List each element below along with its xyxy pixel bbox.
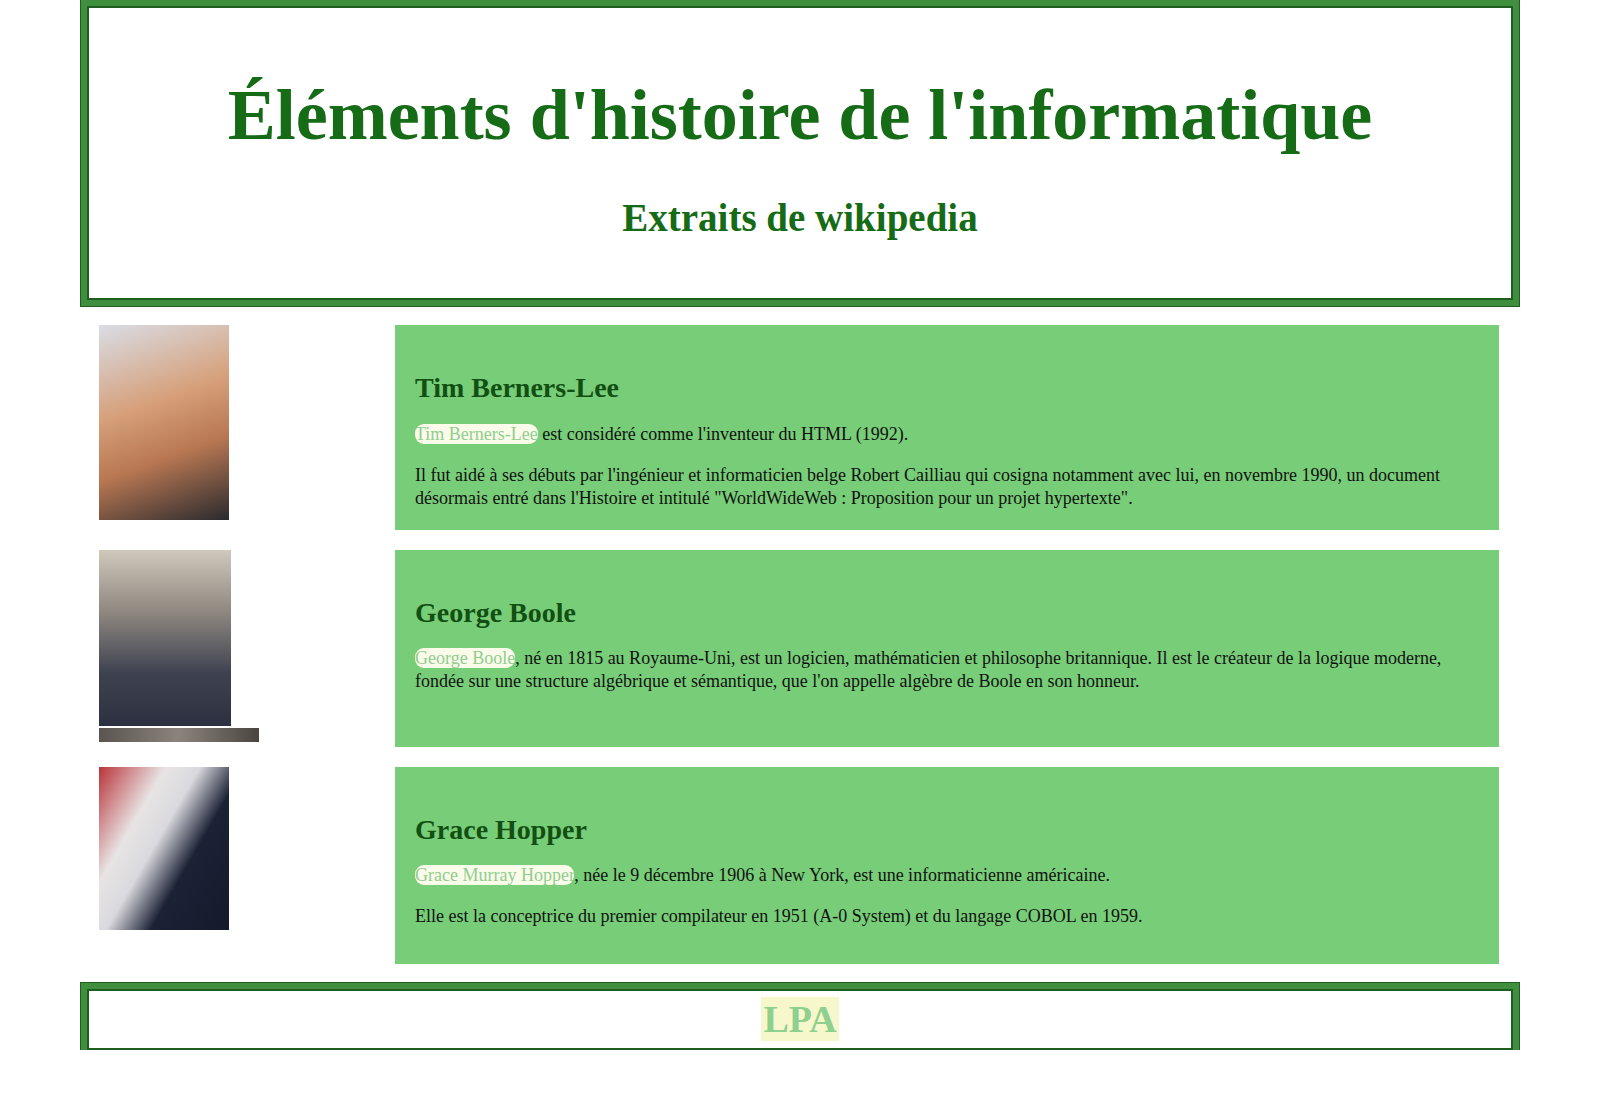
entry-panel: George BooleGeorge Boole, né en 1815 au … <box>395 550 1499 747</box>
page-title: Éléments d'histoire de l'informatique <box>228 76 1373 155</box>
entry-panel: Grace Hopper Grace Murray Hopper, née le … <box>395 767 1499 964</box>
entry-heading: George Boole <box>415 596 1477 630</box>
photo-column <box>99 325 395 520</box>
entry-heading: Tim Berners-Lee <box>415 371 1477 405</box>
page-subtitle: Extraits de wikipedia <box>622 195 977 240</box>
entry-panel: Tim Berners-LeeTim Berners-Lee est consi… <box>395 325 1499 530</box>
footer-text: LPA <box>761 997 838 1041</box>
photo-column <box>99 550 395 742</box>
entry-list: Tim Berners-LeeTim Berners-Lee est consi… <box>81 325 1519 964</box>
entry-paragraph: Il fut aidé à ses débuts par l'ingénieur… <box>415 464 1477 510</box>
entry-heading: Grace Hopper <box>415 813 1477 847</box>
photo-strip <box>99 728 259 742</box>
header: Éléments d'histoire de l'informatique Ext… <box>81 0 1519 306</box>
entry-row: Tim Berners-LeeTim Berners-Lee est consi… <box>81 325 1519 530</box>
photo-column <box>99 767 395 930</box>
entry-intro: George Boole, né en 1815 au Royaume-Uni,… <box>415 647 1477 693</box>
entry-intro: Grace Murray Hopper, née le 9 décembre 1… <box>415 864 1477 887</box>
entry-row: George BooleGeorge Boole, né en 1815 au … <box>81 550 1519 747</box>
entry-link[interactable]: Grace Murray Hopper <box>415 865 574 885</box>
page: Éléments d'histoire de l'informatique Ext… <box>81 0 1519 1050</box>
portrait-photo <box>99 767 229 930</box>
footer: LPA <box>81 983 1519 1050</box>
entry-row: Grace Hopper Grace Murray Hopper, née le … <box>81 767 1519 964</box>
entry-link[interactable]: Tim Berners-Lee <box>415 424 538 444</box>
entry-paragraph: Elle est la conceptrice du premier compi… <box>415 905 1477 928</box>
entry-intro: Tim Berners-Lee est considéré comme l'in… <box>415 423 1477 446</box>
portrait-photo <box>99 325 229 520</box>
portrait-photo <box>99 550 231 726</box>
entry-link[interactable]: George Boole <box>415 648 515 668</box>
